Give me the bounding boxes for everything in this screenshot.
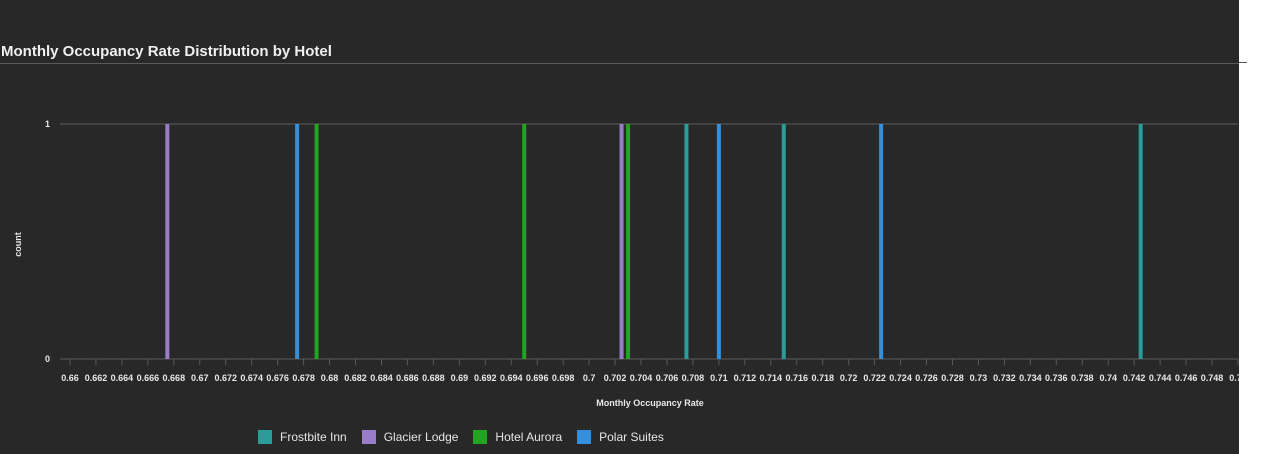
x-tick-label: 0.702 [604, 373, 627, 383]
y-tick-label: 1 [45, 119, 50, 129]
x-tick-label: 0.73 [970, 373, 988, 383]
x-tick-label: 0.748 [1201, 373, 1224, 383]
x-tick-label: 0.716 [785, 373, 808, 383]
legend-label: Frostbite Inn [280, 430, 347, 444]
legend-swatch [473, 430, 488, 444]
legend-item[interactable]: Hotel Aurora [473, 430, 562, 444]
x-tick-label: 0.736 [1045, 373, 1068, 383]
histogram-bar [684, 124, 689, 359]
x-tick-label: 0.704 [630, 373, 653, 383]
x-tick-label: 0.668 [163, 373, 186, 383]
x-tick-label: 0.732 [993, 373, 1016, 383]
y-axis-title: count [13, 232, 23, 257]
x-tick-label: 0.718 [811, 373, 834, 383]
legend-swatch [361, 430, 376, 444]
x-tick-label: 0.706 [656, 373, 679, 383]
x-axis-title: Monthly Occupancy Rate [596, 398, 704, 408]
x-tick-label: 0.742 [1123, 373, 1146, 383]
x-tick-label: 0.666 [137, 373, 160, 383]
histogram-bar [716, 124, 721, 359]
chart-legend: Frostbite Inn Glacier Lodge Hotel Aurora Po… [258, 430, 679, 444]
histogram-bar [781, 124, 786, 359]
x-tick-label: 0.74 [1099, 373, 1117, 383]
legend-swatch [577, 430, 592, 444]
histogram-bar [165, 124, 170, 359]
x-tick-label: 0.728 [941, 373, 964, 383]
x-tick-label: 0.744 [1149, 373, 1172, 383]
x-tick-label: 0.726 [915, 373, 938, 383]
legend-item[interactable]: Frostbite Inn [258, 430, 347, 444]
x-tick-label: 0.672 [214, 373, 237, 383]
x-tick-label: 0.682 [344, 373, 367, 383]
histogram-bar [619, 124, 624, 359]
legend-label: Hotel Aurora [495, 430, 563, 444]
x-tick-label: 0.714 [760, 373, 783, 383]
histogram-chart: 0 1 0.66 0.662 0.664 0.666 0.668 0.67 0.672 0.674… [13, 119, 1239, 408]
x-tick-label: 0.68 [321, 373, 339, 383]
histogram-bar [522, 124, 527, 359]
x-tick-label: 0.698 [552, 373, 575, 383]
x-tick-label: 0.696 [526, 373, 549, 383]
histogram-bar [1138, 124, 1143, 359]
x-tick-label: 0.75 [1229, 373, 1239, 383]
x-tick-label: 0.684 [370, 373, 393, 383]
legend-item[interactable]: Glacier Lodge [361, 430, 459, 444]
x-tick-label: 0.694 [500, 373, 523, 383]
legend-label: Glacier Lodge [383, 430, 459, 444]
x-tick-label: 0.722 [863, 373, 886, 383]
legend-item[interactable]: Polar Suites [577, 430, 664, 444]
x-tick-label: 0.686 [396, 373, 419, 383]
x-tick-label: 0.67 [191, 373, 209, 383]
x-tick-label: 0.69 [451, 373, 469, 383]
x-tick-label: 0.688 [422, 373, 445, 383]
x-tick-label: 0.664 [111, 373, 134, 383]
x-tick-label: 0.692 [474, 373, 497, 383]
edge-divider [1239, 62, 1247, 63]
x-tick-label: 0.734 [1019, 373, 1042, 383]
x-tick-label: 0.724 [889, 373, 912, 383]
x-tick-label: 0.746 [1175, 373, 1198, 383]
x-tick-label: 0.66 [61, 373, 79, 383]
x-tick-label: 0.712 [734, 373, 757, 383]
x-tick-label: 0.662 [85, 373, 108, 383]
x-tick-label: 0.678 [292, 373, 315, 383]
x-tick-label: 0.71 [710, 373, 728, 383]
histogram-bar [295, 124, 300, 359]
legend-label: Polar Suites [599, 430, 664, 444]
x-tick-label: 0.674 [240, 373, 263, 383]
histogram-bar [626, 124, 631, 359]
y-tick-label: 0 [45, 354, 50, 364]
legend-swatch [258, 430, 272, 444]
histogram-bar [879, 124, 884, 359]
x-tick-label: 0.708 [682, 373, 705, 383]
x-tick-label: 0.7 [583, 373, 596, 383]
x-tick-label: 0.676 [266, 373, 289, 383]
x-tick-label: 0.738 [1071, 373, 1094, 383]
x-tick-label: 0.72 [840, 373, 858, 383]
histogram-bar [314, 124, 319, 359]
